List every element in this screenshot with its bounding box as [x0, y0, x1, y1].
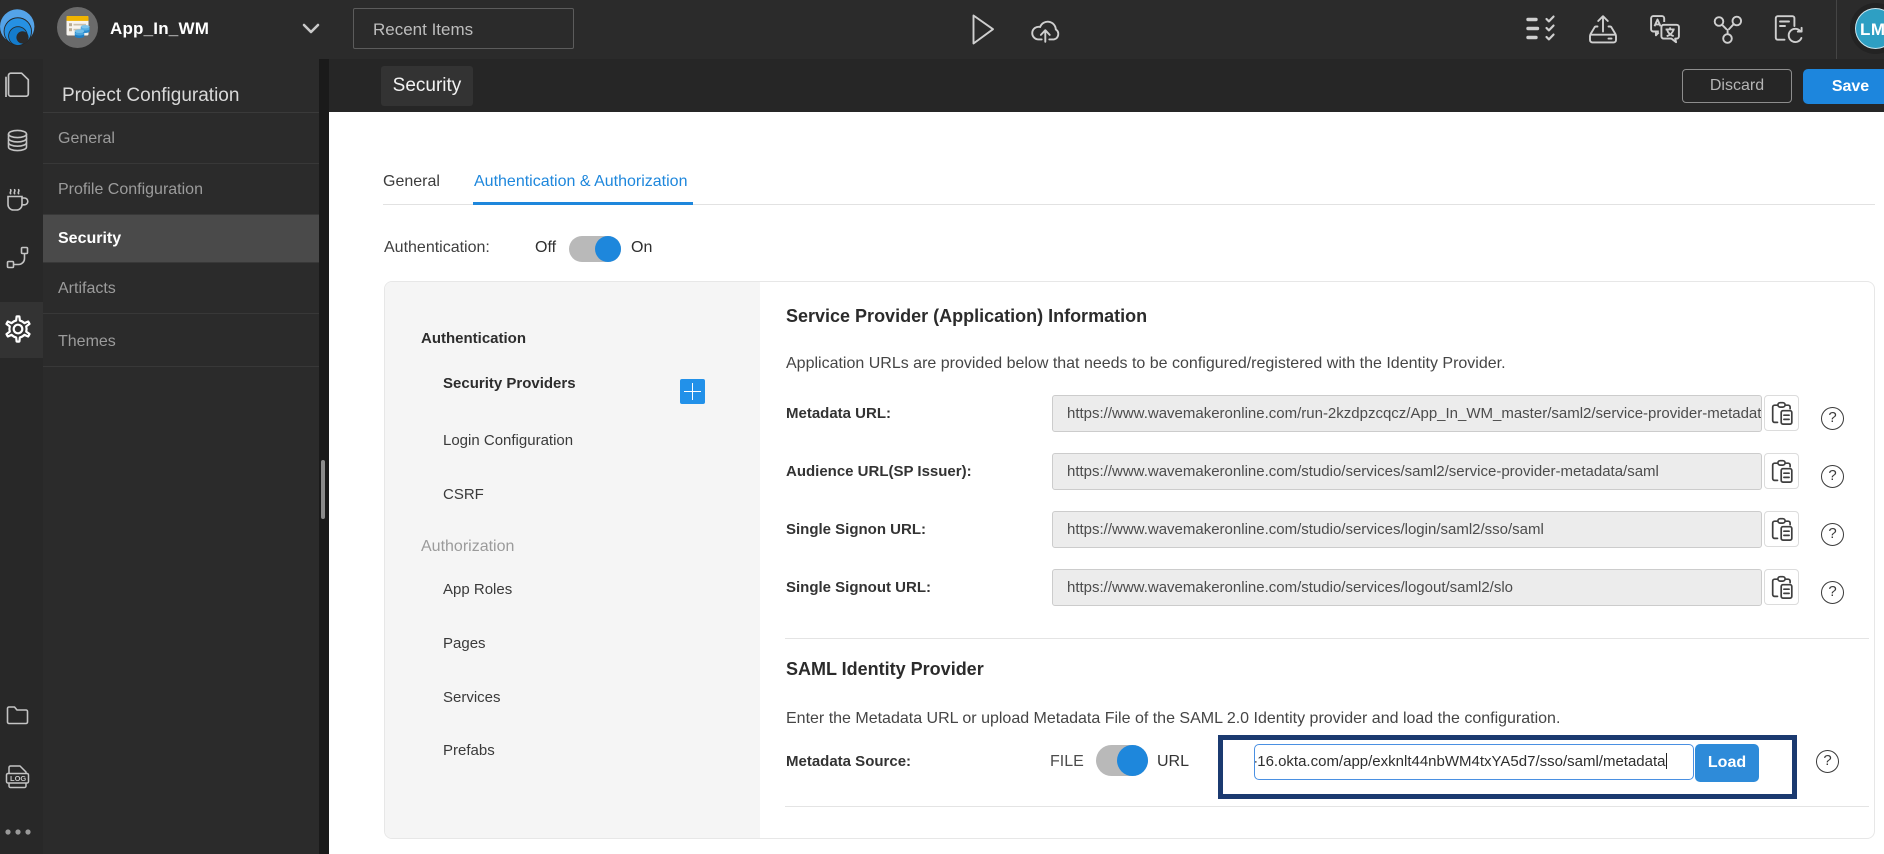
svg-text:LOG: LOG [10, 774, 26, 783]
